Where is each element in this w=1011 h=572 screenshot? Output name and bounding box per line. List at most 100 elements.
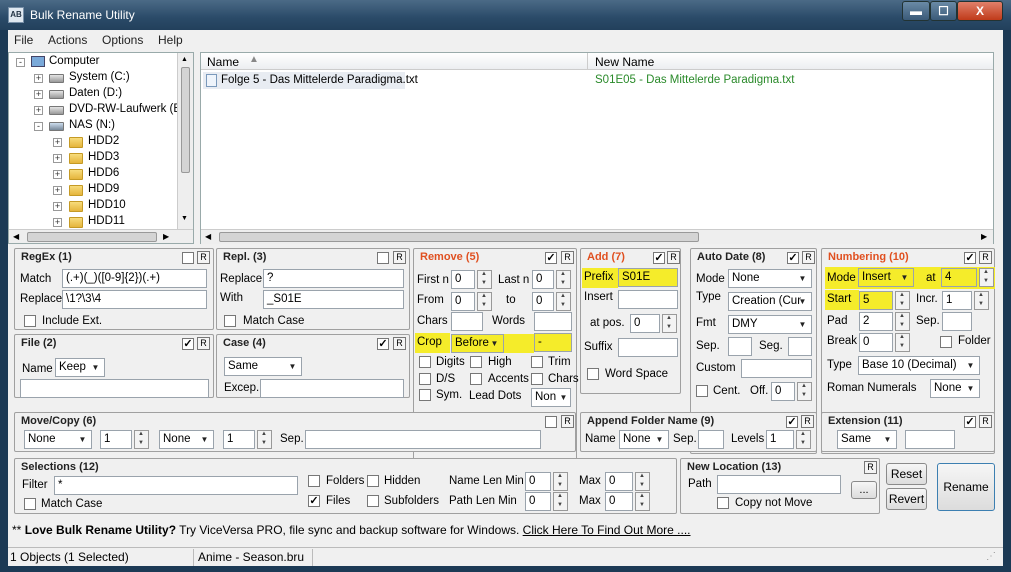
first-n-spinner[interactable] — [477, 270, 492, 289]
movecopy-num-2[interactable]: 1 — [223, 430, 255, 449]
tree-vertical-scrollbar[interactable]: ▲ ▼ — [177, 53, 193, 229]
name-len-max-input[interactable]: 0 — [605, 472, 633, 491]
numbering-incr-spinner[interactable] — [974, 291, 989, 310]
remove-reset-button[interactable]: R — [561, 251, 574, 264]
promo-link[interactable]: Click Here To Find Out More .... — [523, 523, 691, 537]
off-spinner[interactable] — [797, 382, 812, 401]
suffix-input[interactable] — [618, 338, 678, 357]
movecopy-sep-input[interactable] — [305, 430, 541, 449]
numbering-sep-input[interactable] — [942, 312, 972, 331]
extension-reset-button[interactable]: R — [979, 415, 992, 428]
extension-input[interactable] — [905, 430, 955, 449]
autodate-custom-input[interactable] — [741, 359, 812, 378]
numbering-enable-checkbox[interactable]: ✓ — [964, 252, 976, 264]
tree-item-computer[interactable]: Computer — [49, 55, 100, 67]
appendfolder-reset-button[interactable]: R — [801, 415, 814, 428]
insert-input[interactable] — [618, 290, 678, 309]
last-n-input[interactable]: 0 — [532, 270, 554, 289]
case-enable-checkbox[interactable]: ✓ — [377, 338, 389, 350]
autodate-seg-input[interactable] — [788, 337, 812, 356]
movecopy-select-2[interactable]: None ▼ — [159, 430, 214, 449]
repl-reset-button[interactable]: R — [393, 251, 406, 264]
include-ext-checkbox[interactable] — [24, 315, 36, 327]
remove-enable-checkbox[interactable]: ✓ — [545, 252, 557, 264]
extension-enable-checkbox[interactable]: ✓ — [964, 416, 976, 428]
numbering-at-spinner[interactable] — [979, 268, 994, 287]
hidden-checkbox[interactable] — [367, 475, 379, 487]
word-space-checkbox[interactable] — [587, 368, 599, 380]
case-select[interactable]: Same ▼ — [224, 357, 302, 376]
minimize-button[interactable]: ▬ — [902, 1, 930, 21]
numbering-pad-spinner[interactable] — [895, 312, 910, 331]
lead-dots-select[interactable]: Non ▼ — [531, 388, 571, 407]
sym-checkbox[interactable] — [419, 389, 431, 401]
path-len-min-input[interactable]: 0 — [525, 492, 551, 511]
tree-item-hdd6[interactable]: HDD6 — [88, 167, 119, 179]
roman-numerals-select[interactable]: None ▼ — [930, 379, 980, 398]
numbering-mode-select[interactable]: Insert ▼ — [858, 268, 914, 287]
path-len-max-input[interactable]: 0 — [605, 492, 633, 511]
chars-checkbox[interactable] — [531, 373, 543, 385]
copy-not-move-checkbox[interactable] — [717, 497, 729, 509]
scroll-left-icon[interactable]: ◀ — [13, 232, 19, 241]
tree-item-hdd9[interactable]: HDD9 — [88, 183, 119, 195]
folders-checkbox[interactable] — [308, 475, 320, 487]
from-input[interactable]: 0 — [451, 292, 475, 311]
reset-button[interactable]: Reset — [886, 463, 927, 485]
revert-button[interactable]: Revert — [886, 488, 927, 510]
movecopy-reset-button[interactable]: R — [561, 415, 574, 428]
autodate-mode-select[interactable]: None ▼ — [728, 269, 812, 288]
autodate-fmt-select[interactable]: DMY ▼ — [728, 315, 812, 334]
numbering-type-select[interactable]: Base 10 (Decimal) ▼ — [858, 356, 980, 375]
autodate-type-select[interactable]: Creation (Cur ▼ — [728, 292, 812, 311]
cent-checkbox[interactable] — [696, 385, 708, 397]
path-len-max-spinner[interactable] — [635, 492, 650, 511]
numbering-reset-button[interactable]: R — [979, 251, 992, 264]
movecopy-enable-checkbox[interactable] — [545, 416, 557, 428]
resize-grip-icon[interactable]: ⋰ — [986, 551, 1000, 565]
tree-item-hdd10[interactable]: HDD10 — [88, 199, 126, 211]
words-input[interactable] — [534, 312, 572, 331]
folder-tree[interactable]: - Computer + System (C:) + Daten (D:) + … — [8, 52, 194, 244]
filelist-horizontal-scrollbar[interactable]: ◀ ▶ — [201, 229, 993, 244]
movecopy-num-1[interactable]: 1 — [100, 430, 132, 449]
accents-checkbox[interactable] — [470, 373, 482, 385]
tree-item-hdd3[interactable]: HDD3 — [88, 151, 119, 163]
to-spinner[interactable] — [556, 292, 571, 311]
newlocation-path-input[interactable] — [717, 475, 841, 494]
ds-checkbox[interactable] — [419, 373, 431, 385]
close-button[interactable]: X — [957, 1, 1003, 21]
add-reset-button[interactable]: R — [667, 251, 680, 264]
crop-text-input[interactable]: - — [534, 333, 572, 352]
movecopy-spinner-2[interactable] — [257, 430, 272, 449]
appendfolder-levels-input[interactable]: 1 — [766, 430, 794, 449]
regex-match-input[interactable]: (.+)(_)([0-9]{2})(.+) — [62, 269, 207, 288]
selections-match-case-checkbox[interactable] — [24, 498, 36, 510]
repl-with-input[interactable]: _S01E — [263, 290, 404, 309]
tree-item-system-c[interactable]: System (C:) — [69, 71, 130, 83]
first-n-input[interactable]: 0 — [451, 270, 475, 289]
at-pos-spinner[interactable] — [662, 314, 677, 333]
at-pos-input[interactable]: 0 — [630, 314, 660, 333]
tree-item-hdd2[interactable]: HDD2 — [88, 135, 119, 147]
case-excep-input[interactable] — [260, 379, 404, 398]
add-enable-checkbox[interactable]: ✓ — [653, 252, 665, 264]
appendfolder-enable-checkbox[interactable]: ✓ — [786, 416, 798, 428]
file-reset-button[interactable]: R — [197, 337, 210, 350]
file-name-input[interactable] — [20, 379, 209, 398]
file-enable-checkbox[interactable]: ✓ — [182, 338, 194, 350]
column-name-header[interactable]: Name — [207, 55, 239, 69]
scroll-up-icon[interactable]: ▲ — [181, 56, 188, 63]
scroll-down-icon[interactable]: ▼ — [181, 215, 188, 222]
files-checkbox[interactable]: ✓ — [308, 495, 320, 507]
file-list[interactable]: Name ▲ New Name Folge 5 - Das Mittelerde… — [200, 52, 994, 244]
tree-item-dvd[interactable]: DVD-RW-Laufwerk (E — [69, 103, 181, 115]
repl-replace-input[interactable]: ? — [263, 269, 404, 288]
newlocation-reset-button[interactable]: R — [864, 461, 877, 474]
tree-item-nas-n[interactable]: NAS (N:) — [69, 119, 115, 131]
tree-horizontal-scrollbar[interactable]: ◀ ▶ — [9, 229, 193, 243]
numbering-incr-input[interactable]: 1 — [942, 291, 972, 310]
prefix-input[interactable]: S01E — [618, 268, 678, 287]
regex-replace-input[interactable]: \1?\3\4 — [62, 290, 207, 309]
scroll-right-icon[interactable]: ▶ — [163, 232, 169, 241]
